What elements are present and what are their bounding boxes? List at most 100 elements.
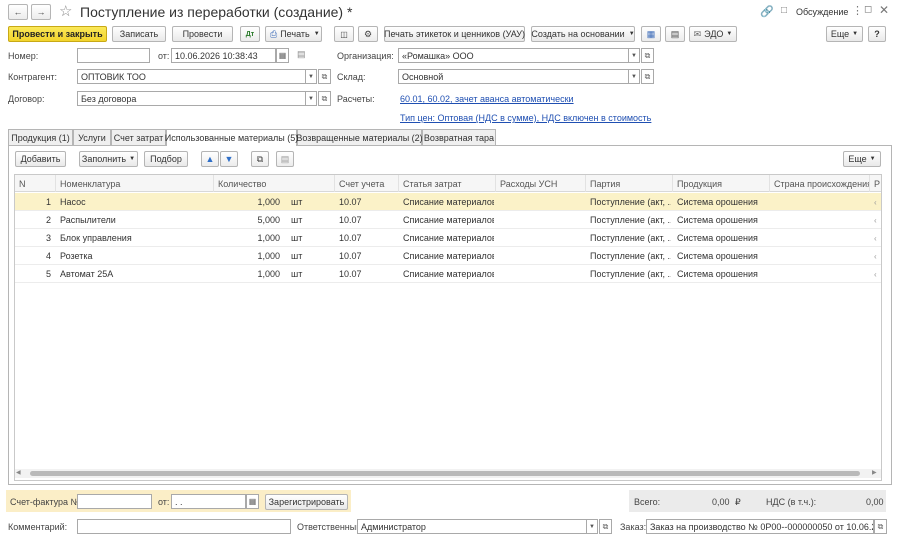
- counterparty-dropdown[interactable]: ▼: [306, 69, 317, 84]
- print-button[interactable]: ⎙ Печать ▼: [265, 26, 322, 42]
- selection-button[interactable]: Подбор: [144, 151, 188, 167]
- movements-button[interactable]: Дт: [240, 26, 260, 42]
- cell-item[interactable]: Автомат 25А: [56, 265, 212, 283]
- cell-product[interactable]: Система орошения: [673, 247, 768, 265]
- forward-button[interactable]: →: [31, 4, 51, 20]
- responsible-open-button[interactable]: ⧉: [599, 519, 612, 534]
- scroll-left-icon[interactable]: ◀: [16, 469, 21, 476]
- cell-country[interactable]: [770, 247, 868, 265]
- horizontal-scrollbar[interactable]: ◀ ▶: [15, 469, 881, 478]
- cell-cost-item[interactable]: Списание материалов: [399, 229, 494, 247]
- contract-dropdown[interactable]: ▼: [306, 91, 317, 106]
- discussion-link[interactable]: Обсуждение: [796, 7, 848, 17]
- cell-usn-expenses[interactable]: [496, 211, 584, 229]
- settlements-link[interactable]: 60.01, 60.02, зачет аванса автоматически: [400, 94, 574, 104]
- cell-account[interactable]: 10.07: [335, 229, 397, 247]
- row-link-icon[interactable]: ‹: [870, 193, 881, 211]
- tab-services[interactable]: Услуги: [73, 129, 111, 145]
- report-button[interactable]: ▤: [665, 26, 685, 42]
- cell-account[interactable]: 10.07: [335, 193, 397, 211]
- col-usn-expenses[interactable]: Расходы УСН: [496, 175, 586, 192]
- warehouse-open-button[interactable]: ⧉: [641, 69, 654, 84]
- order-open-button[interactable]: ⧉: [874, 519, 887, 534]
- order-field[interactable]: Заказ на производство № 0Р00--000000050 …: [646, 519, 874, 534]
- related-docs-button[interactable]: ▦: [641, 26, 661, 42]
- move-up-button[interactable]: ▲: [201, 151, 219, 167]
- contract-open-button[interactable]: ⧉: [318, 91, 331, 106]
- settings-button[interactable]: ⚙: [358, 26, 378, 42]
- cell-batch[interactable]: Поступление (акт, ...: [586, 193, 671, 211]
- warehouse-field[interactable]: Основной: [398, 69, 629, 84]
- cell-usn-expenses[interactable]: [496, 229, 584, 247]
- copy-rows-button[interactable]: ⧉: [251, 151, 269, 167]
- col-extra[interactable]: Р: [870, 175, 881, 192]
- cell-batch[interactable]: Поступление (акт, ...: [586, 229, 671, 247]
- cell-quantity[interactable]: 5,000: [214, 211, 284, 229]
- scroll-right-icon[interactable]: ▶: [872, 469, 877, 476]
- tab-products[interactable]: Продукция (1): [8, 129, 73, 145]
- cell-cost-item[interactable]: Списание материалов: [399, 265, 494, 283]
- tab-returned-materials[interactable]: Возвращенные материалы (2): [296, 129, 423, 145]
- organization-open-button[interactable]: ⧉: [641, 48, 654, 63]
- cell-country[interactable]: [770, 193, 868, 211]
- price-type-link[interactable]: Тип цен: Оптовая (НДС в сумме), НДС вклю…: [400, 113, 651, 123]
- comment-field[interactable]: [77, 519, 291, 534]
- add-row-button[interactable]: Добавить: [15, 151, 66, 167]
- invoice-calendar-button[interactable]: ▦: [246, 494, 259, 509]
- cell-n[interactable]: 3: [15, 229, 55, 247]
- table-row[interactable]: 4 Розетка 1,000 шт 10.07 Списание материалов П…: [15, 247, 881, 265]
- tab-used-materials[interactable]: Использованные материалы (5): [165, 129, 298, 146]
- row-link-icon[interactable]: ‹: [870, 265, 881, 283]
- cell-quantity[interactable]: 1,000: [214, 247, 284, 265]
- cell-item[interactable]: Блок управления: [56, 229, 212, 247]
- cell-unit[interactable]: шт: [287, 247, 332, 265]
- cell-item[interactable]: Насос: [56, 193, 212, 211]
- save-button[interactable]: Записать: [112, 26, 166, 42]
- table-row[interactable]: 2 Распылители 5,000 шт 10.07 Списание материа…: [15, 211, 881, 229]
- cell-quantity[interactable]: 1,000: [214, 229, 284, 247]
- col-quantity[interactable]: Количество: [214, 175, 335, 192]
- cell-n[interactable]: 4: [15, 247, 55, 265]
- row-link-icon[interactable]: ‹: [870, 229, 881, 247]
- cell-n[interactable]: 1: [15, 193, 55, 211]
- print-labels-button[interactable]: Печать этикеток и ценников (УАУ): [384, 26, 525, 42]
- scrollbar-thumb[interactable]: [30, 471, 860, 476]
- cell-account[interactable]: 10.07: [335, 265, 397, 283]
- contract-field[interactable]: Без договора: [77, 91, 306, 106]
- invoice-date-field[interactable]: . .: [171, 494, 246, 509]
- col-account[interactable]: Счет учета: [335, 175, 399, 192]
- cell-usn-expenses[interactable]: [496, 247, 584, 265]
- close-icon[interactable]: ✕: [879, 3, 889, 17]
- col-cost-item[interactable]: Статья затрат: [399, 175, 496, 192]
- cell-item[interactable]: Розетка: [56, 247, 212, 265]
- cell-batch[interactable]: Поступление (акт, ...: [586, 265, 671, 283]
- col-n[interactable]: N: [15, 175, 56, 192]
- cell-account[interactable]: 10.07: [335, 211, 397, 229]
- maximize-icon[interactable]: ◻: [864, 4, 872, 15]
- link-icon[interactable]: 🔗: [760, 5, 774, 18]
- calendar-button[interactable]: ▦: [276, 48, 289, 63]
- cell-item[interactable]: Распылители: [56, 211, 212, 229]
- responsible-field[interactable]: Администратор: [357, 519, 587, 534]
- post-button[interactable]: Провести: [172, 26, 233, 42]
- table-row[interactable]: 5 Автомат 25А 1,000 шт 10.07 Списание материа…: [15, 265, 881, 283]
- cell-account[interactable]: 10.07: [335, 247, 397, 265]
- cell-product[interactable]: Система орошения: [673, 211, 768, 229]
- table-row[interactable]: 1 Насос 1,000 шт 10.07 Списание материалов Пос…: [15, 193, 881, 211]
- structure-button[interactable]: ◫: [334, 26, 354, 42]
- back-button[interactable]: ←: [8, 4, 28, 20]
- cell-usn-expenses[interactable]: [496, 265, 584, 283]
- cell-n[interactable]: 5: [15, 265, 55, 283]
- cell-country[interactable]: [770, 265, 868, 283]
- move-down-button[interactable]: ▼: [220, 151, 238, 167]
- cell-unit[interactable]: шт: [287, 211, 332, 229]
- cell-product[interactable]: Система орошения: [673, 193, 768, 211]
- tab-cost-account[interactable]: Счет затрат: [111, 129, 166, 145]
- cell-n[interactable]: 2: [15, 211, 55, 229]
- fill-button[interactable]: Заполнить ▼: [79, 151, 138, 167]
- table-row[interactable]: 3 Блок управления 1,000 шт 10.07 Списание мат…: [15, 229, 881, 247]
- cell-country[interactable]: [770, 229, 868, 247]
- invoice-number-field[interactable]: [77, 494, 152, 509]
- post-and-close-button[interactable]: Провести и закрыть: [8, 26, 107, 42]
- cell-unit[interactable]: шт: [287, 265, 332, 283]
